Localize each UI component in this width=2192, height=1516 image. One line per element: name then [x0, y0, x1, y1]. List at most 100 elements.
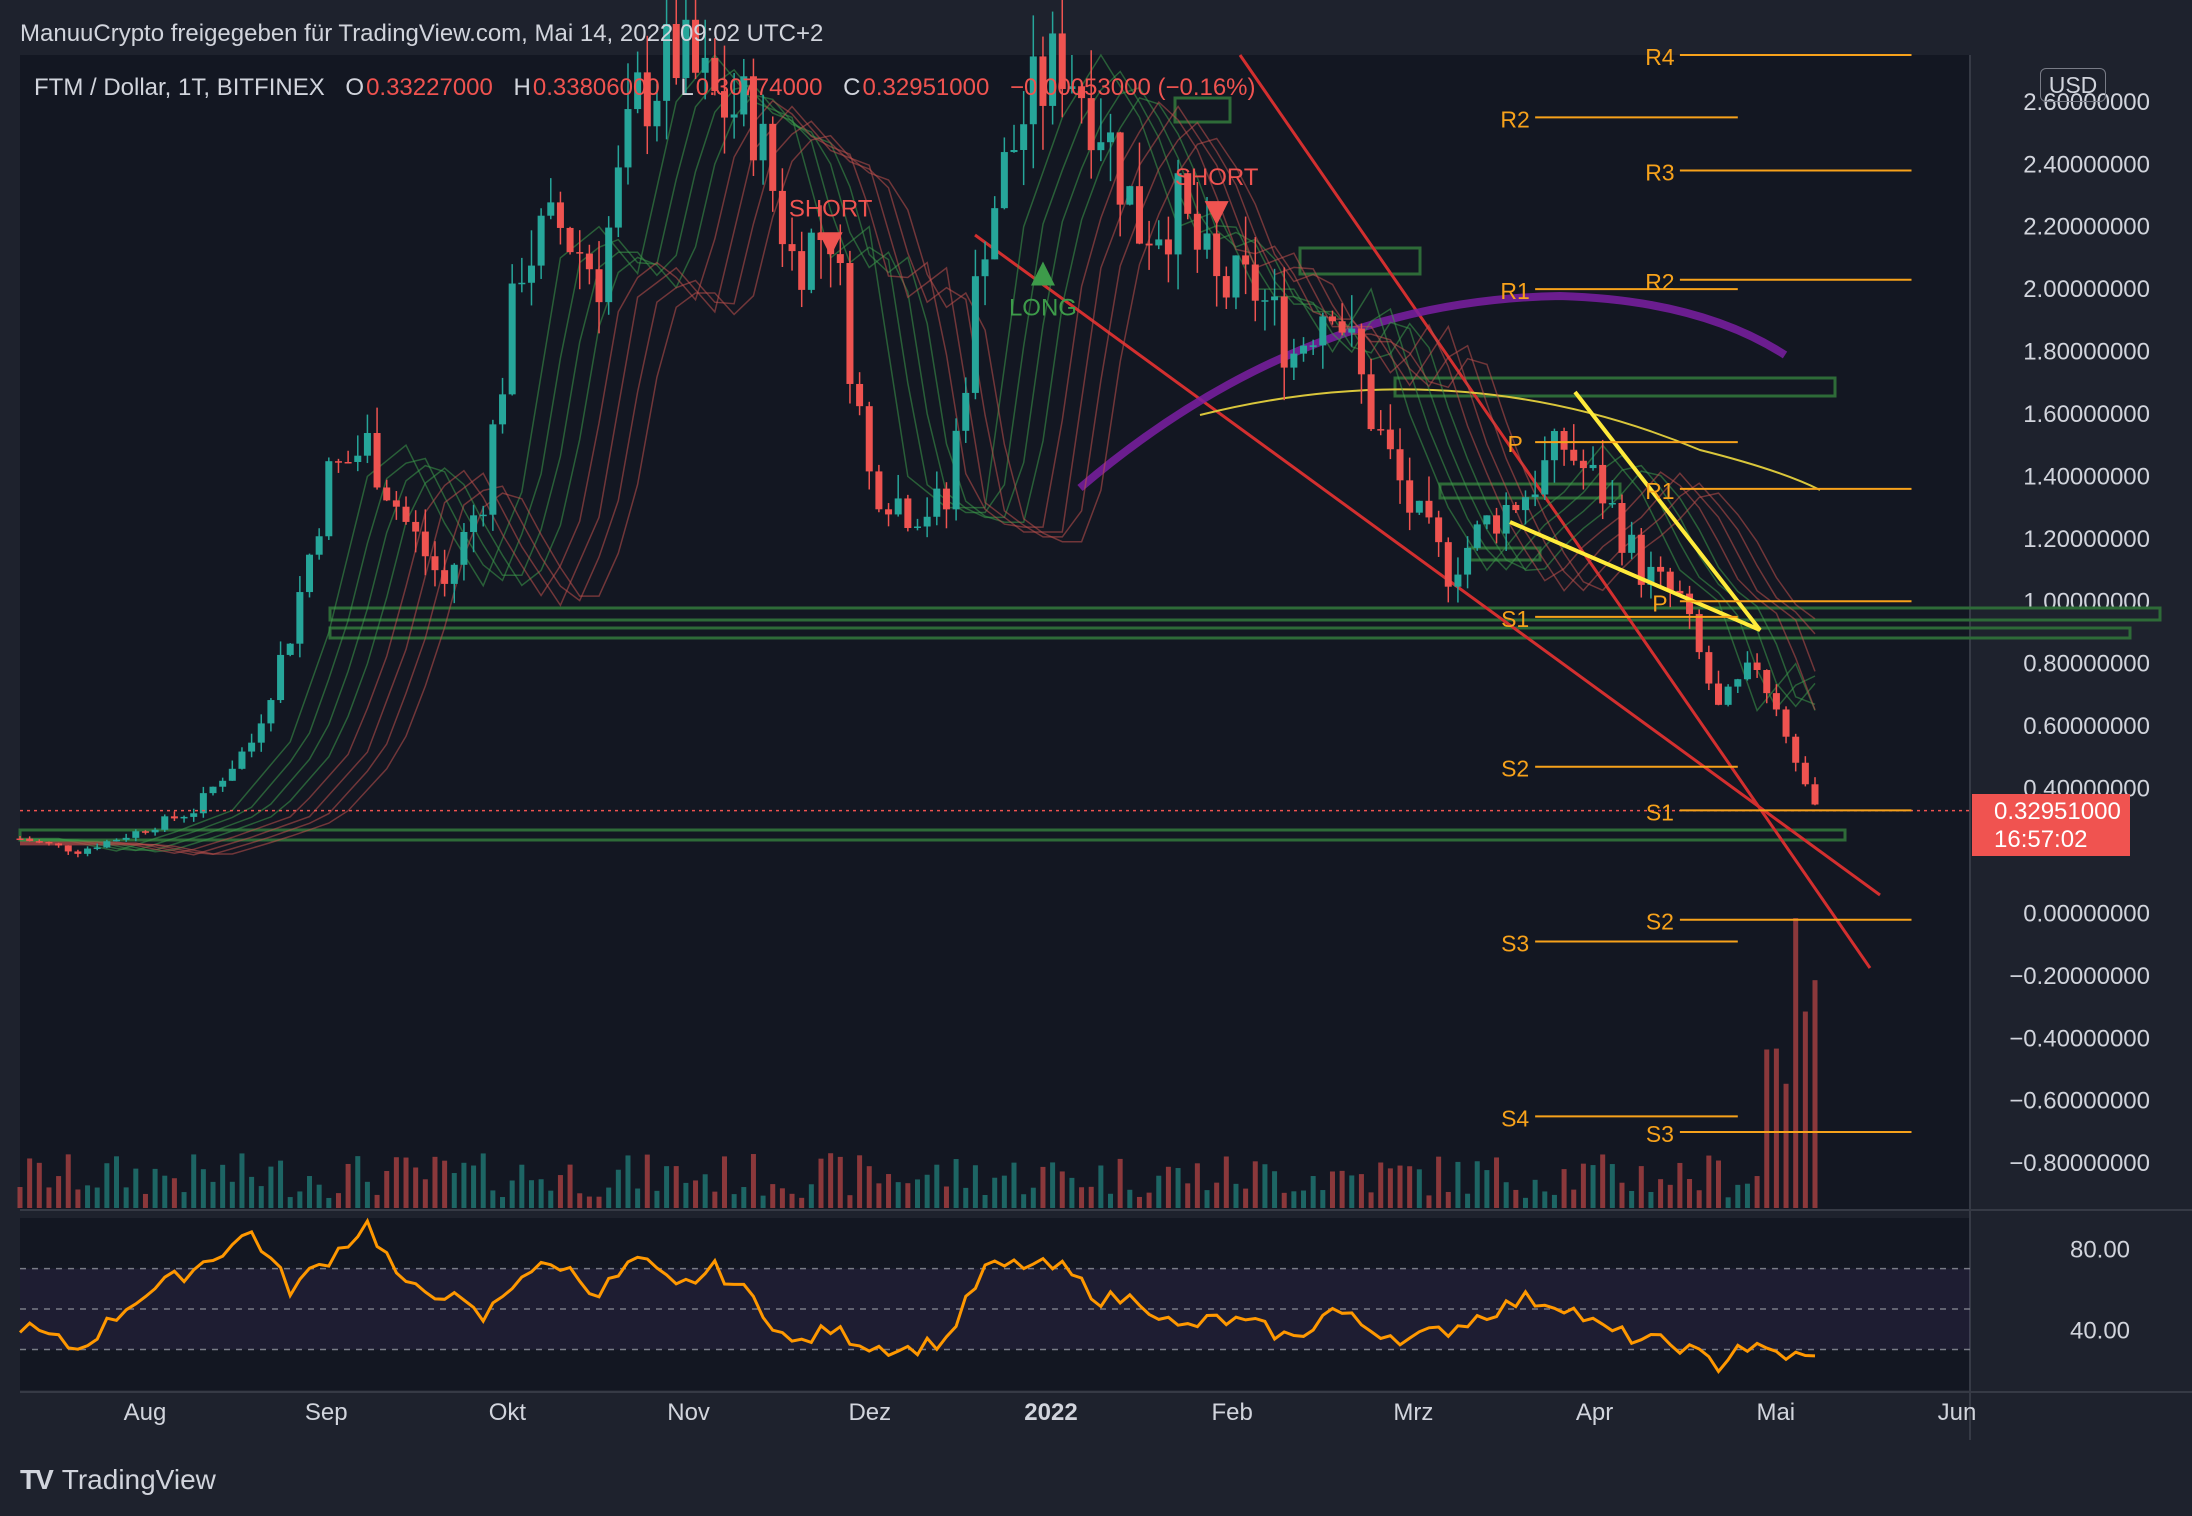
candle-body [141, 831, 149, 833]
volume-bar [1320, 1190, 1326, 1208]
signal-label: SHORT [1175, 164, 1259, 191]
volume-bar [1687, 1179, 1693, 1208]
volume-bar [17, 1187, 23, 1208]
candle-body [1560, 431, 1568, 450]
volume-bar [1339, 1170, 1345, 1208]
candle-body [556, 202, 564, 228]
volume-bar [307, 1176, 313, 1208]
candle-body [778, 190, 786, 245]
candle-body [74, 851, 82, 854]
candle-body [1097, 142, 1105, 151]
candle-body [1502, 504, 1510, 534]
candle-body [1714, 683, 1722, 705]
volume-bar [1715, 1160, 1721, 1208]
price-chart-svg[interactable]: 2.600000002.400000002.200000002.00000000… [0, 0, 2192, 1516]
volume-bar [1252, 1161, 1258, 1208]
candle-body [1386, 429, 1394, 450]
volume-bar [1214, 1182, 1220, 1208]
volume-bar [693, 1180, 699, 1208]
candle-body [1251, 264, 1259, 301]
candle-body [566, 227, 574, 253]
candle-body [1232, 255, 1240, 298]
candle-body [807, 232, 815, 290]
volume-bar [915, 1179, 920, 1208]
volume-bar [162, 1175, 168, 1208]
volume-bar [876, 1183, 882, 1208]
volume-bar [278, 1160, 284, 1208]
volume-bar [1175, 1168, 1181, 1208]
volume-bar [181, 1192, 187, 1208]
candle-body [248, 742, 256, 752]
candle-body [1550, 431, 1558, 461]
candle-body [1222, 276, 1230, 298]
volume-bar [297, 1191, 303, 1208]
price-axis-label: −0.40000000 [2009, 1025, 2150, 1052]
volume-bar [1793, 918, 1799, 1208]
candle-body [1657, 566, 1665, 572]
candle-body [460, 532, 468, 565]
price-axis-label: 1.00000000 [2023, 588, 2150, 615]
candle-body [962, 392, 970, 431]
rsi-axis-label: 80.00 [2070, 1236, 2130, 1263]
volume-bar [1136, 1196, 1142, 1208]
candle-body [1705, 652, 1713, 684]
candle-body [894, 498, 902, 515]
volume-bar [1436, 1156, 1442, 1208]
volume-bar [451, 1173, 457, 1208]
volume-bar [625, 1155, 631, 1208]
volume-bar [1368, 1192, 1374, 1208]
volume-bar [1783, 1083, 1789, 1208]
symbol-title[interactable]: FTM / Dollar, 1T, BITFINEX [34, 74, 325, 101]
candle-body [267, 700, 275, 724]
candle-body [286, 643, 294, 655]
time-axis-label: Dez [848, 1399, 891, 1426]
volume-bar [1021, 1194, 1027, 1208]
volume-bar [114, 1156, 120, 1208]
candle-body [431, 556, 439, 571]
candle-body [759, 123, 767, 161]
volume-bar [567, 1164, 573, 1208]
volume-bar [1310, 1176, 1316, 1208]
time-axis-label: 2022 [1024, 1399, 1077, 1426]
candle-body [132, 831, 140, 838]
volume-bar [85, 1185, 91, 1208]
volume-bar [702, 1174, 708, 1208]
candle-body [1415, 500, 1423, 513]
candle-body [585, 253, 593, 270]
candle-body [653, 100, 661, 127]
volume-bar [1050, 1162, 1056, 1208]
volume-bar [644, 1154, 650, 1208]
volume-bar [683, 1182, 689, 1208]
candle-body [1290, 353, 1298, 368]
volume-bar [142, 1193, 148, 1208]
volume-bar [1532, 1179, 1538, 1208]
candle-body [885, 509, 893, 515]
volume-bar [413, 1167, 419, 1208]
volume-bar [1455, 1161, 1461, 1208]
currency-button[interactable]: USD [2040, 68, 2106, 102]
candle-body [1531, 494, 1539, 498]
candle-body [219, 780, 227, 787]
volume-bar [1098, 1165, 1104, 1208]
volume-bar [1387, 1168, 1393, 1208]
volume-bar [432, 1156, 438, 1208]
candle-body [1338, 321, 1346, 333]
candle-body [1724, 686, 1732, 705]
volume-bar [1185, 1183, 1191, 1208]
price-axis-label: 2.40000000 [2023, 151, 2150, 178]
volume-bar [1812, 980, 1818, 1208]
volume-bar [557, 1175, 563, 1208]
pivot-level-label: R2 [1645, 269, 1674, 295]
tradingview-brand[interactable]: TV TradingView [20, 1464, 216, 1496]
volume-bar [934, 1164, 940, 1208]
volume-bar [741, 1187, 747, 1208]
candle-body [981, 259, 989, 277]
candle-body [84, 848, 92, 854]
candle-body [489, 424, 497, 515]
volume-bar [1416, 1169, 1422, 1208]
candle-body [1010, 149, 1018, 153]
price-axis-label: 0.60000000 [2023, 713, 2150, 740]
volume-bar [664, 1166, 670, 1208]
candle-body [846, 263, 854, 384]
brand-label: TradingView [61, 1464, 216, 1495]
